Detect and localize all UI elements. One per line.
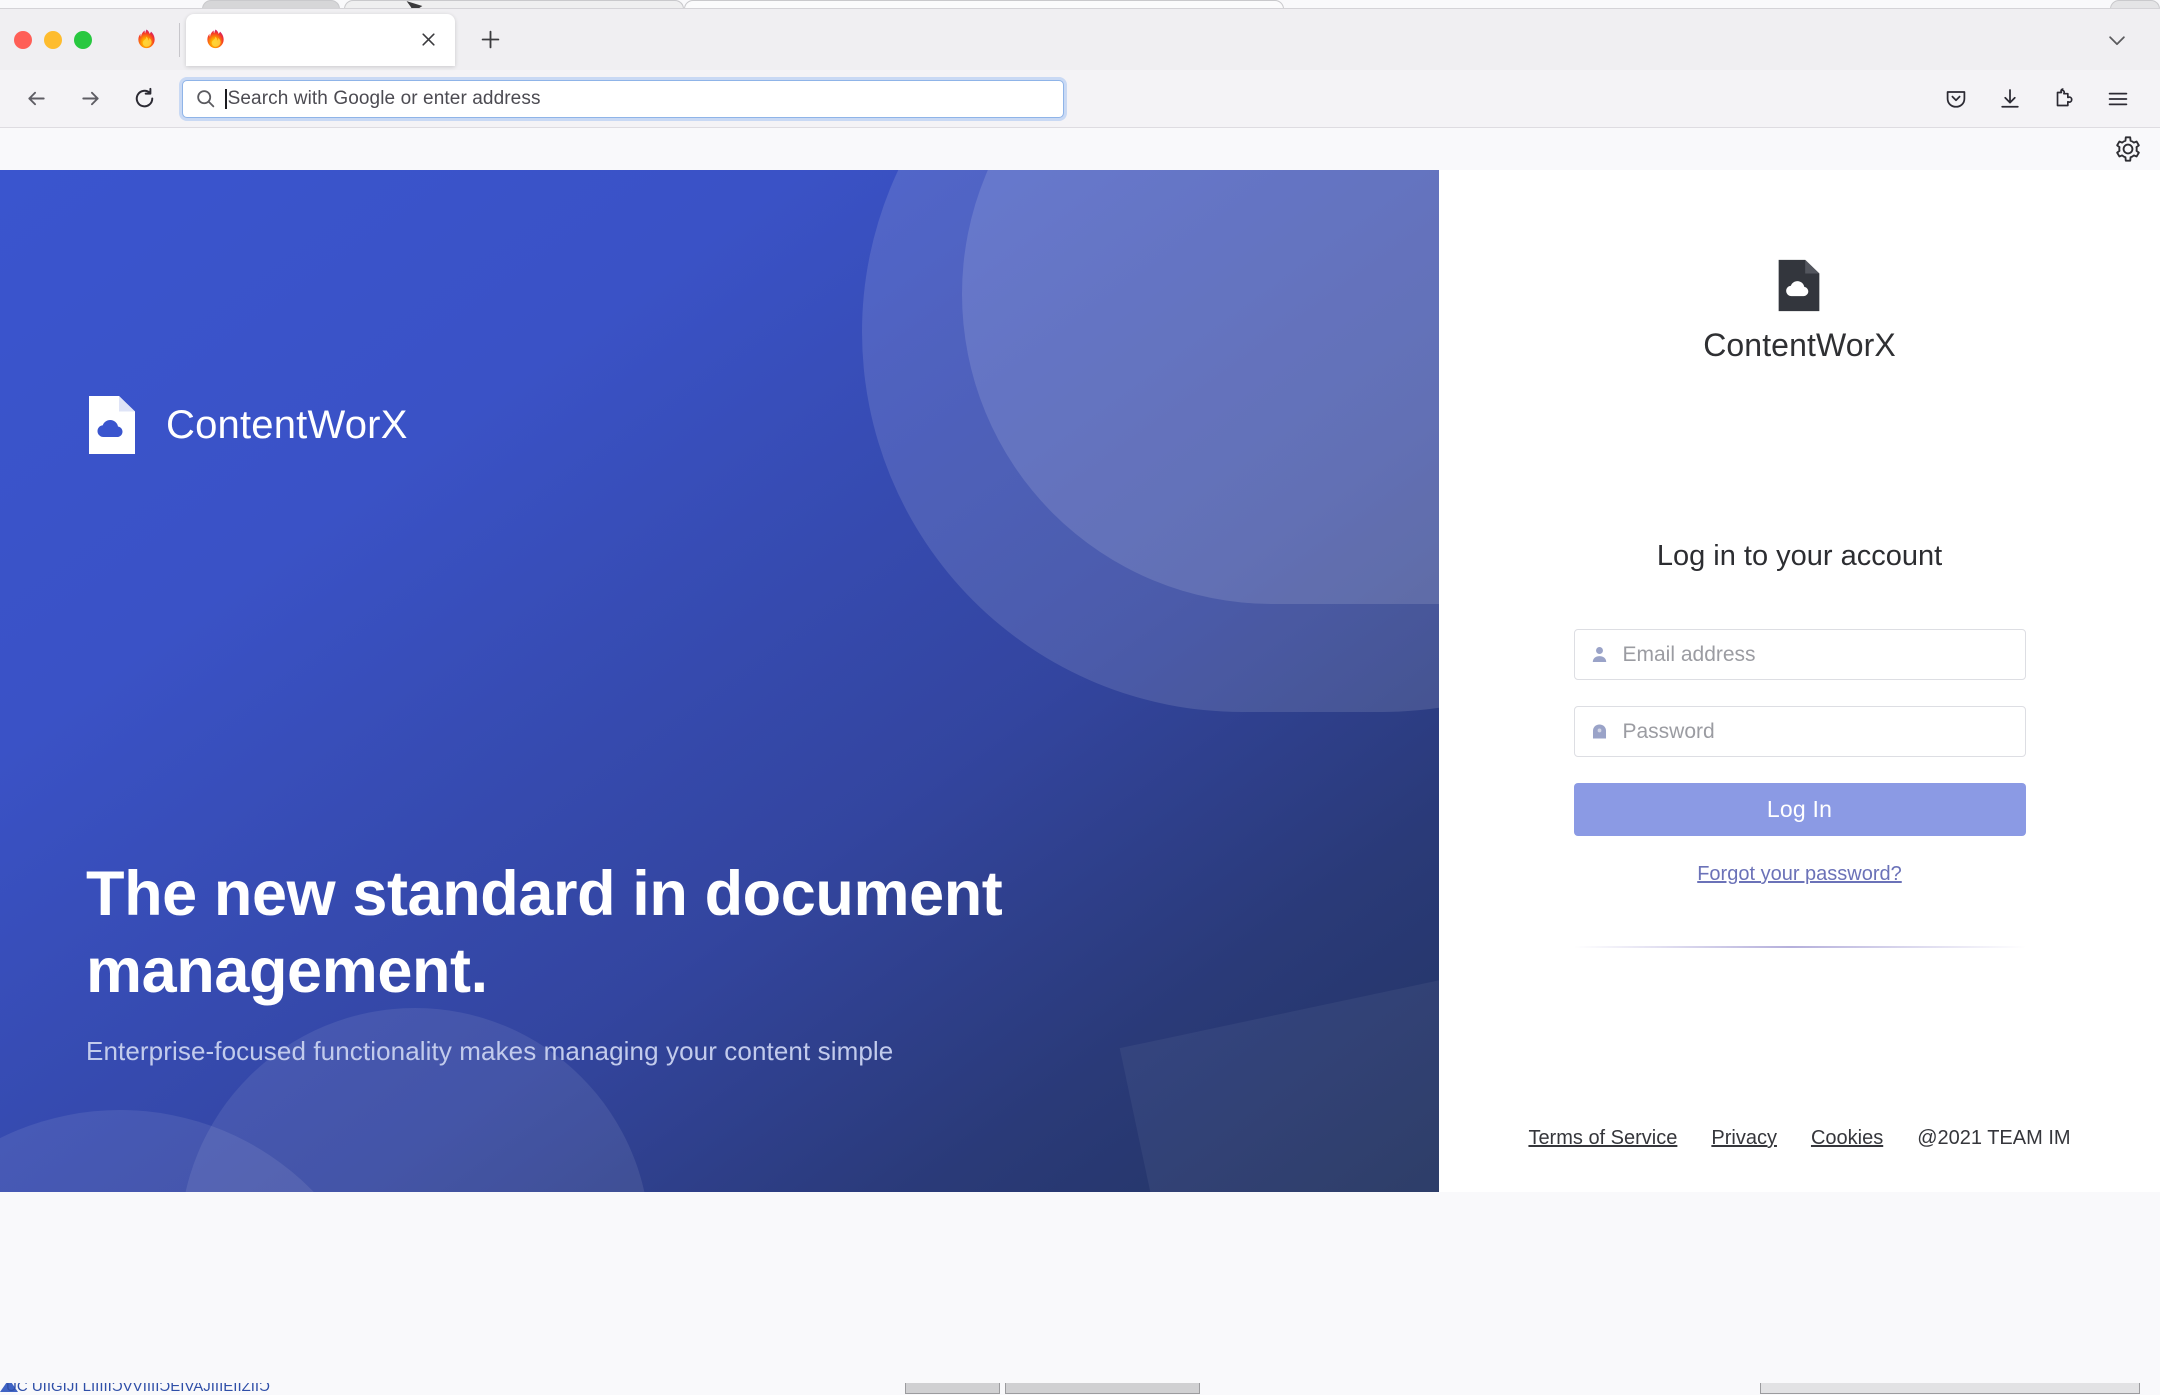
app-menu-button[interactable] <box>2096 77 2140 121</box>
page-top-strip <box>0 128 2160 170</box>
hero-copy: The new standard in document management.… <box>86 856 1186 1067</box>
gear-icon[interactable] <box>2114 135 2142 163</box>
hero-brand-name: ContentWorX <box>166 402 408 447</box>
page-footer: Terms of Service Privacy Cookies @2021 T… <box>1439 1127 2160 1150</box>
extensions-puzzle-icon <box>2056 87 2073 106</box>
downloads-button[interactable] <box>1988 77 2032 121</box>
login-form: Log In Forgot your password? <box>1573 629 2026 948</box>
firefox-browser-window: Search with Google or enter address Cont… <box>0 8 2160 1395</box>
login-heading: Log in to your account <box>1656 540 1943 572</box>
search-icon <box>195 88 216 109</box>
contentworx-login-page: ContentWorX The new standard in document… <box>0 170 2160 1192</box>
downloads-icon <box>2001 88 2019 108</box>
person-icon <box>1587 644 1613 665</box>
os-taskbar[interactable]: UC UIIGIJI LIIIIIƆVVIIIIƆEIVAJIIIEIIZIIƆ <box>0 1383 2160 1395</box>
page-content-area: ContentWorX The new standard in document… <box>0 128 2160 1395</box>
password-input[interactable] <box>1612 719 2013 744</box>
taskbar-item[interactable] <box>1005 1383 1200 1394</box>
privacy-link[interactable]: Privacy <box>1711 1127 1777 1150</box>
close-tab-button[interactable] <box>413 25 443 55</box>
forward-arrow-icon <box>81 91 99 106</box>
password-field-wrapper[interactable] <box>1573 706 2026 757</box>
chevron-down-icon <box>2109 35 2125 45</box>
email-input[interactable] <box>1612 642 2013 667</box>
taskbar-item[interactable] <box>905 1383 1000 1394</box>
firefox-icon <box>138 29 155 49</box>
hero-title: The new standard in document management. <box>86 859 1003 1006</box>
pocket-save-icon <box>1946 90 1966 108</box>
app-menu-hamburger-icon <box>2108 92 2128 105</box>
hero-subtitle: Enterprise-focused functionality makes m… <box>86 1035 894 1066</box>
copyright-text: @2021 TEAM IM <box>1917 1127 2071 1149</box>
window-traffic-lights <box>14 30 92 49</box>
taskbar-item[interactable] <box>1760 1383 2140 1394</box>
minimize-window-button[interactable] <box>44 30 62 49</box>
email-field-wrapper[interactable] <box>1573 629 2026 680</box>
extensions-button[interactable] <box>2042 77 2086 121</box>
login-panel: ContentWorX Log in to your account Email… <box>1439 170 2160 1192</box>
login-brand: ContentWorX <box>1703 258 1896 364</box>
pocket-save-button[interactable] <box>1934 77 1978 121</box>
forgot-password-row: Forgot your password? <box>1574 863 2026 886</box>
forgot-password-link[interactable]: Forgot your password? <box>1697 863 1902 885</box>
new-tab-button[interactable] <box>469 19 511 61</box>
desktop: ➤ <box>0 0 2160 1395</box>
cookies-link[interactable]: Cookies <box>1811 1127 1883 1150</box>
taskbar-text: UC UIIGIJI LIIIIIƆVVIIIIƆEIVAJIIIEIIZIIƆ <box>6 1383 270 1395</box>
list-all-tabs-button[interactable] <box>2094 19 2140 61</box>
login-brand-name: ContentWorX <box>1703 327 1896 363</box>
navigation-toolbar: Search with Google or enter address <box>0 70 2160 128</box>
reload-icon <box>135 87 153 108</box>
address-bar-placeholder: Search with Google or enter address <box>227 87 541 109</box>
close-window-button[interactable] <box>14 30 32 49</box>
firefox-icon <box>207 29 224 49</box>
tab-strip <box>0 9 2160 70</box>
hero-brand: ContentWorX <box>86 394 408 456</box>
reload-button[interactable] <box>122 77 166 121</box>
forward-button[interactable] <box>68 77 112 121</box>
terms-of-service-link[interactable]: Terms of Service <box>1528 1127 1677 1150</box>
document-cloud-logo-icon <box>89 396 135 454</box>
hero-panel: ContentWorX The new standard in document… <box>0 170 1439 1192</box>
close-icon <box>421 33 435 46</box>
plus-icon <box>481 30 499 49</box>
document-cloud-logo-icon <box>1779 259 1820 312</box>
back-arrow-icon <box>27 91 45 106</box>
maximize-window-button[interactable] <box>74 30 92 49</box>
log-in-button[interactable]: Log In <box>1573 783 2026 836</box>
page-background-below-app <box>0 1192 2160 1395</box>
tab-separator <box>179 22 180 57</box>
lock-icon <box>1587 721 1613 742</box>
browser-tab-active[interactable] <box>186 13 455 66</box>
back-button[interactable] <box>14 77 58 121</box>
form-divider <box>1573 946 2026 948</box>
address-bar[interactable]: Search with Google or enter address <box>182 79 1064 118</box>
text-caret <box>225 88 227 109</box>
